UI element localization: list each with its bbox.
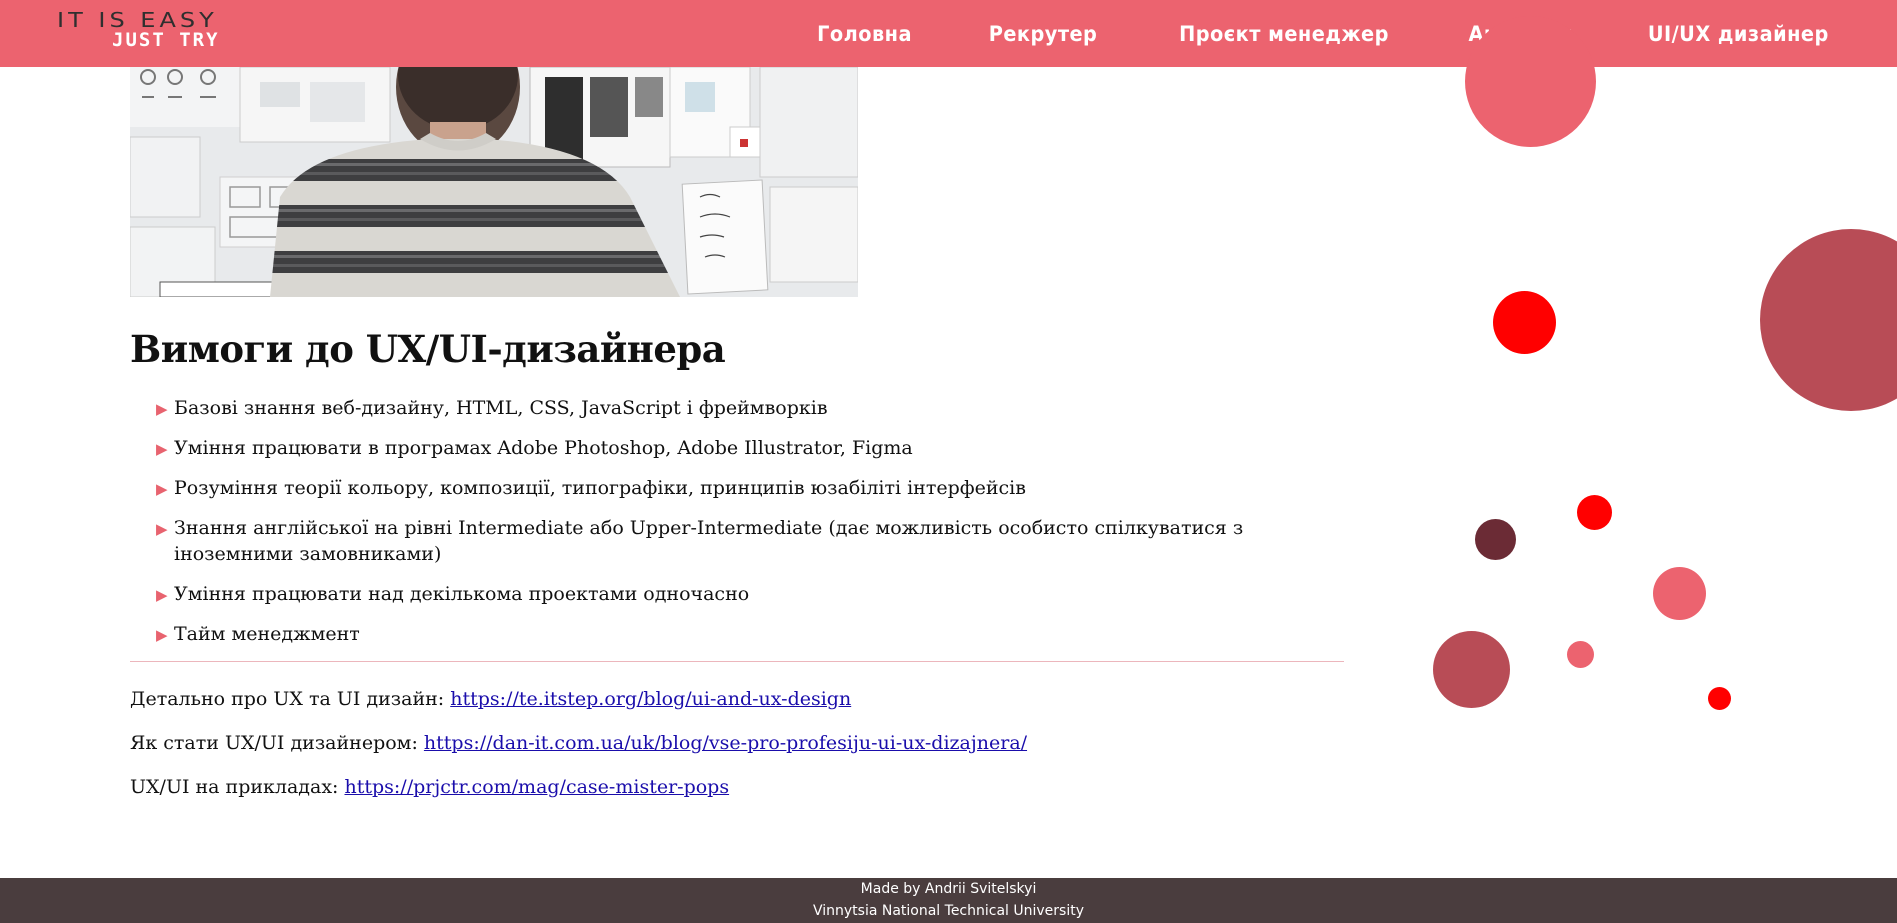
requirement-text: Уміння працювати над декількома проектам… xyxy=(174,583,750,605)
arrow-bullet-icon: ▶ xyxy=(156,626,168,644)
requirement-text: Уміння працювати в програмах Adobe Photo… xyxy=(174,437,913,459)
decorative-circle xyxy=(1475,519,1516,560)
site-logo[interactable]: IT IS EASY JUST TRY xyxy=(57,10,257,50)
decorative-circle xyxy=(1433,631,1510,708)
decorative-circle xyxy=(1567,641,1594,668)
arrow-bullet-icon: ▶ xyxy=(156,586,168,604)
logo-title: IT IS EASY xyxy=(57,8,218,33)
nav-item-project-manager[interactable]: Проєкт менеджер xyxy=(1179,22,1389,46)
arrow-bullet-icon: ▶ xyxy=(156,520,168,538)
decorative-circle xyxy=(1577,495,1612,530)
requirement-text: Тайм менеджмент xyxy=(174,623,360,645)
decorative-circle xyxy=(1708,687,1731,710)
section-divider xyxy=(130,661,1344,662)
logo-tagline: JUST TRY xyxy=(112,29,220,51)
list-item: ▶ Уміння працювати над декількома проект… xyxy=(154,581,1344,607)
decorative-circle xyxy=(1653,567,1706,620)
nav-item-home[interactable]: Головна xyxy=(817,22,912,46)
resource-link-label: Як стати UX/UI дизайнером: xyxy=(130,732,424,754)
arrow-bullet-icon: ▶ xyxy=(156,440,168,458)
decorative-circle xyxy=(1760,229,1897,411)
footer-author: Made by Andrii Svitelskyi xyxy=(860,881,1037,897)
requirements-list: ▶ Базові знання веб-дизайну, HTML, CSS, … xyxy=(130,395,1344,647)
requirement-text: Розуміння теорії кольору, композиції, ти… xyxy=(174,477,1026,499)
site-header: IT IS EASY JUST TRY Головна Рекрутер Про… xyxy=(0,0,1897,67)
list-item: ▶ Уміння працювати в програмах Adobe Pho… xyxy=(154,435,1344,461)
resource-link-label: UX/UI на прикладах: xyxy=(130,776,345,798)
nav-item-ui-ux-designer[interactable]: UI/UX дизайнер xyxy=(1648,22,1829,46)
resource-link[interactable]: https://prjctr.com/mag/case-mister-pops xyxy=(344,776,729,798)
page-title: Вимоги до UX/UI-дизайнера xyxy=(130,327,726,371)
resource-link-label: Детально про UX та UI дизайн: xyxy=(130,688,451,710)
decorative-circle xyxy=(1465,16,1596,147)
list-item: ▶ Розуміння теорії кольору, композиції, … xyxy=(154,475,1344,501)
list-item: ▶ Тайм менеджмент xyxy=(154,621,1344,647)
footer-university: Vinnytsia National Technical University xyxy=(812,903,1085,919)
list-item: ▶ Знання англійської на рівні Intermedia… xyxy=(154,515,1324,567)
resource-link-line: UX/UI на прикладах: https://prjctr.com/m… xyxy=(130,774,1344,800)
resource-link[interactable]: https://dan-it.com.ua/uk/blog/vse-pro-pr… xyxy=(424,732,1027,754)
site-footer: Made by Andrii Svitelskyi Vinnytsia Nati… xyxy=(0,878,1897,923)
resource-link-line: Як стати UX/UI дизайнером: https://dan-i… xyxy=(130,730,1344,756)
decorative-circle xyxy=(1493,291,1556,354)
nav-item-recruiter[interactable]: Рекрутер xyxy=(988,22,1097,46)
arrow-bullet-icon: ▶ xyxy=(156,480,168,498)
main-content: Вимоги до UX/UI-дизайнера ▶ Базові знанн… xyxy=(130,327,1344,818)
resource-link-line: Детально про UX та UI дизайн: https://te… xyxy=(130,686,1344,712)
arrow-bullet-icon: ▶ xyxy=(156,400,168,418)
requirement-text: Знання англійської на рівні Intermediate… xyxy=(174,517,1244,565)
list-item: ▶ Базові знання веб-дизайну, HTML, CSS, … xyxy=(154,395,1344,421)
resource-link[interactable]: https://te.itstep.org/blog/ui-and-ux-des… xyxy=(450,688,851,710)
main-nav: Головна Рекрутер Проєкт менеджер Аналіти… xyxy=(813,0,1897,67)
hero-image xyxy=(130,67,858,297)
requirement-text: Базові знання веб-дизайну, HTML, CSS, Ja… xyxy=(174,397,828,419)
